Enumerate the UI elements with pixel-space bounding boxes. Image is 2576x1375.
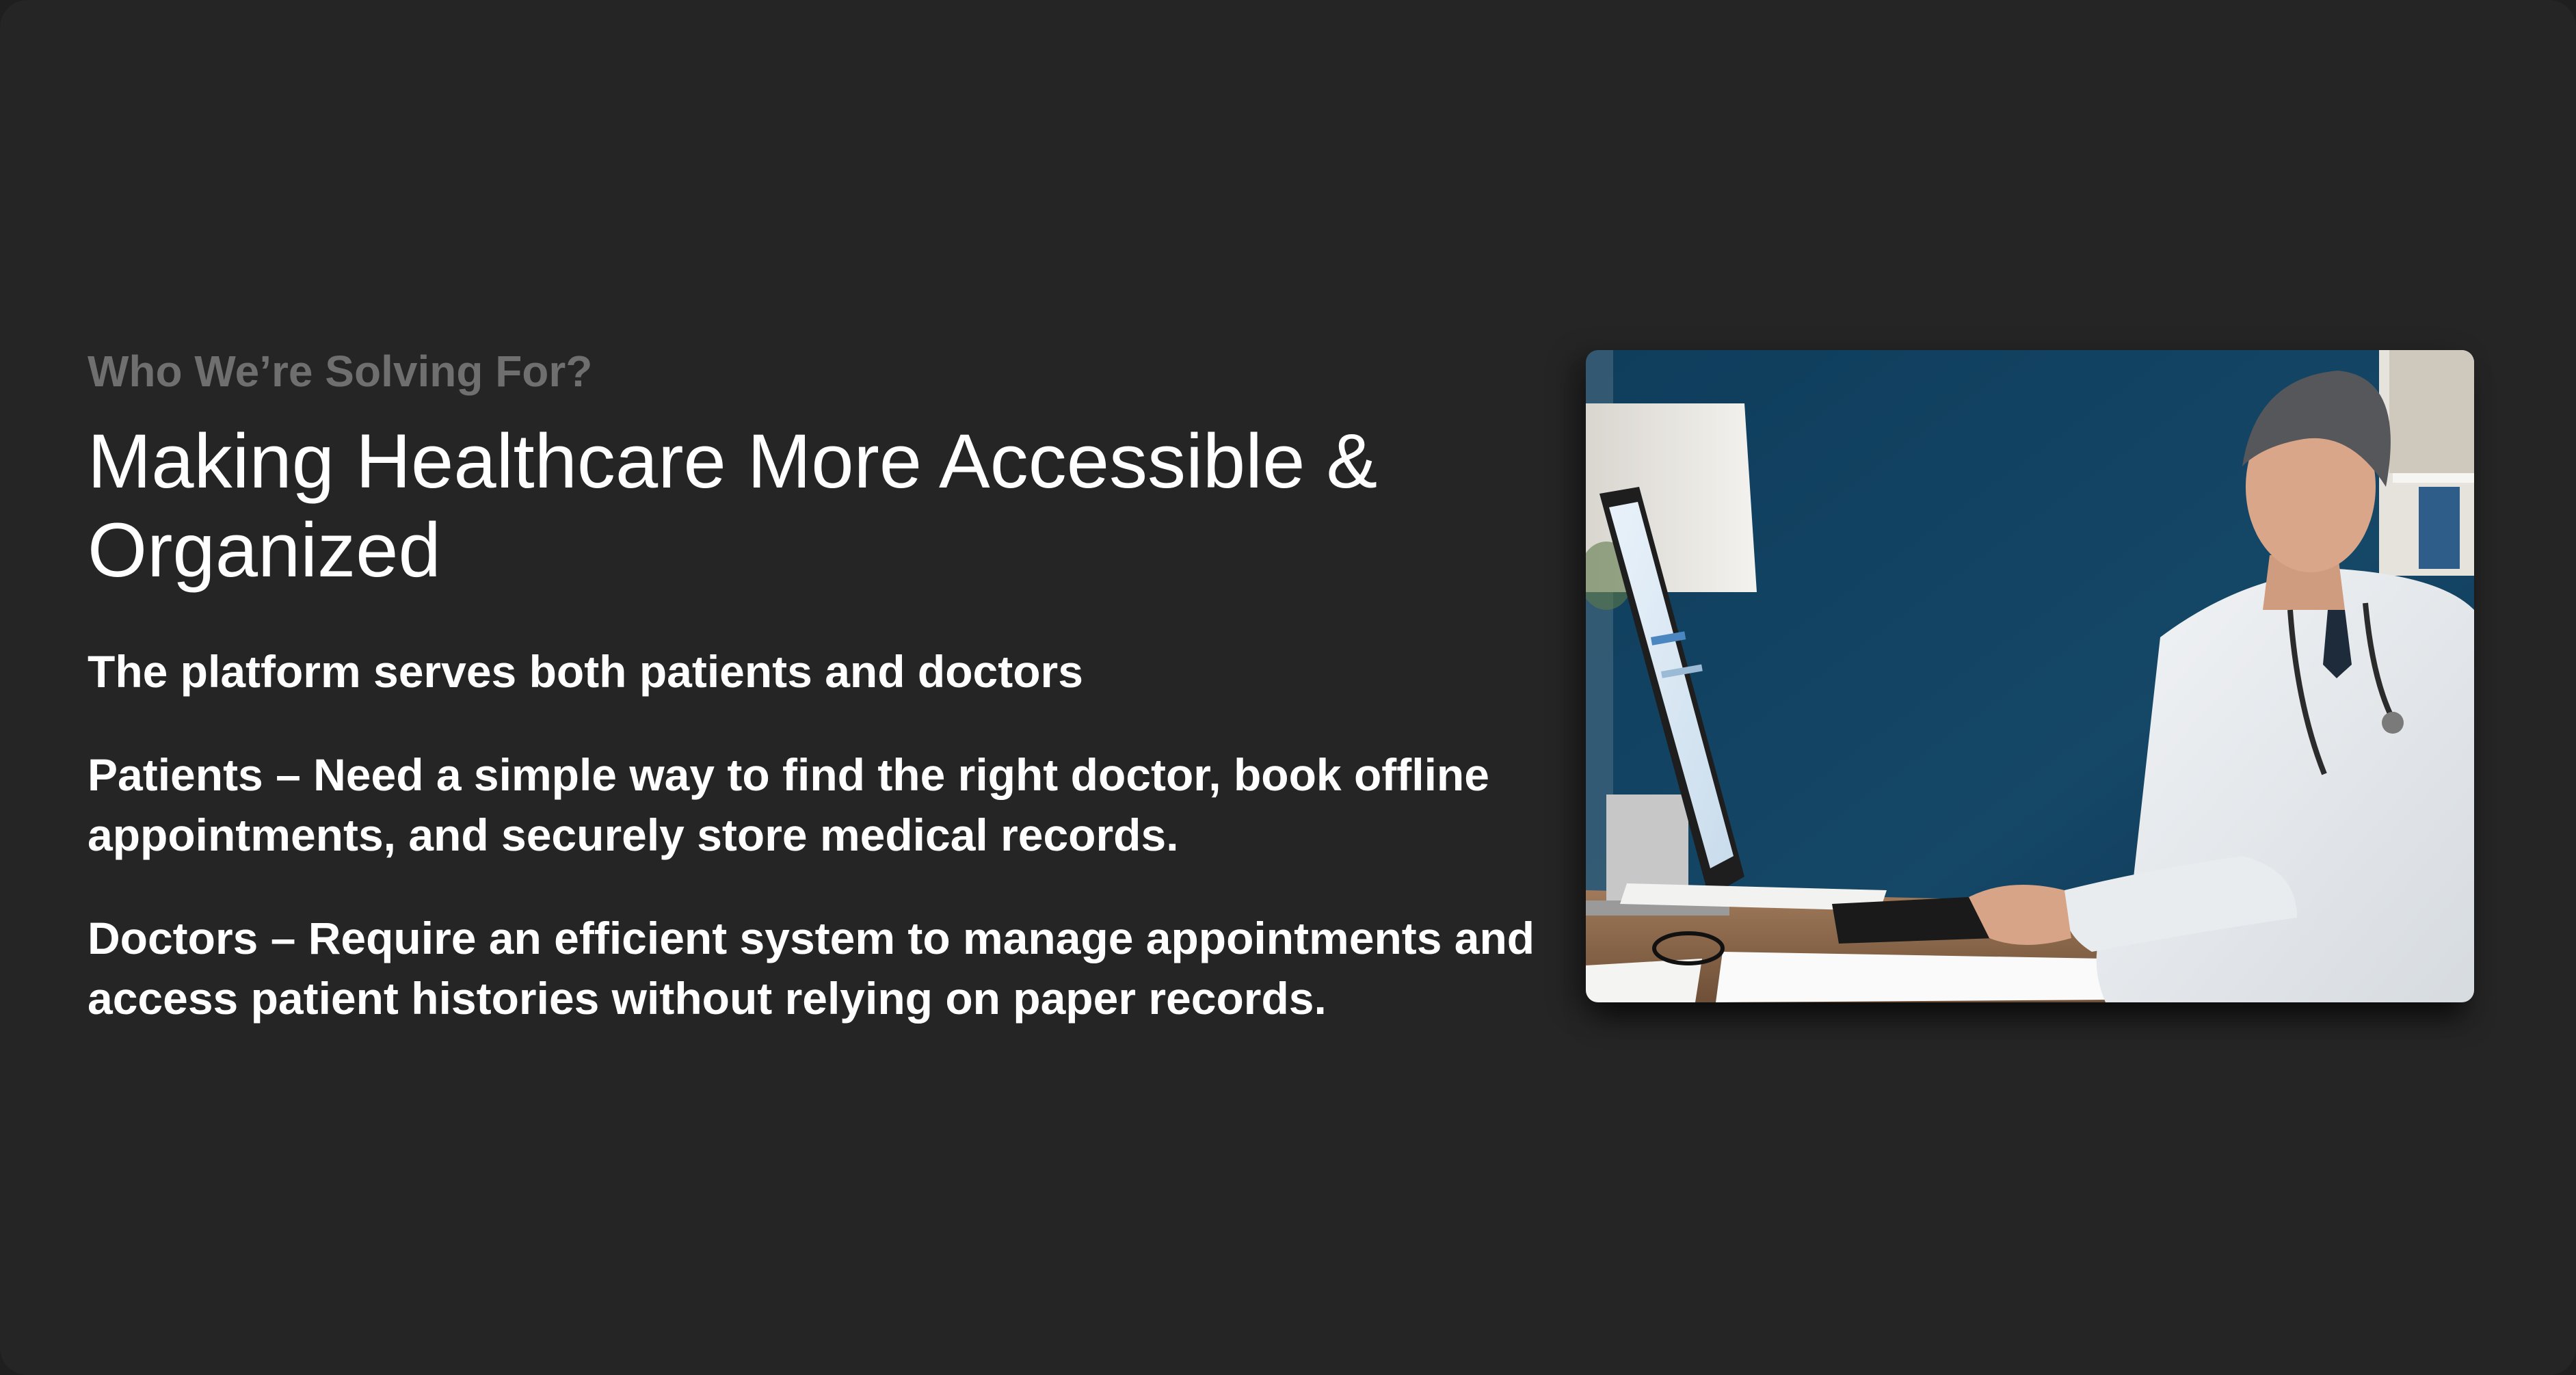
intro-text: The platform serves both patients and do… (88, 646, 1083, 697)
photo-illustration (1586, 350, 2474, 1002)
slide-card: Who We’re Solving For? Making Healthcare… (0, 0, 2576, 1375)
doctor-at-computer-photo (1586, 350, 2474, 1002)
section-eyebrow: Who We’re Solving For? (88, 347, 593, 396)
section-title: Making Healthcare More Accessible & Orga… (88, 418, 1378, 593)
doctors-text: Doctors – Require an efficient system to… (88, 913, 1535, 1024)
text-column: Who We’re Solving For? Making Healthcare… (88, 341, 1537, 1028)
patients-text: Patients – Need a simple way to find the… (88, 749, 1489, 860)
